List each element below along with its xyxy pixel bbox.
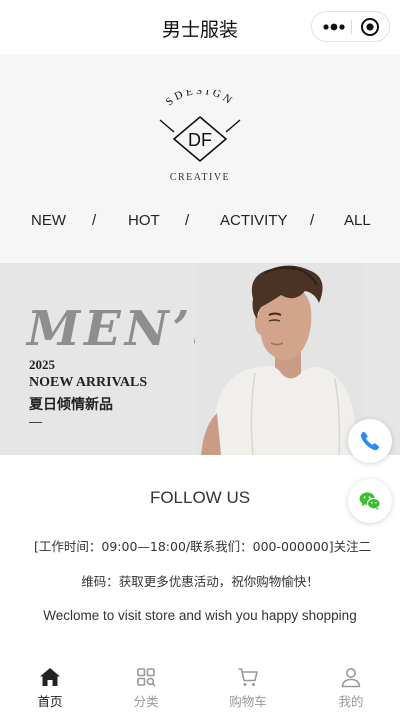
menu-item-all[interactable]: ALL xyxy=(344,212,371,229)
hero-banner[interactable]: MEN’S 2025 NOEW ARRIVALS 夏日倾情新品 xyxy=(0,263,400,455)
mini-program-capsule xyxy=(311,11,390,42)
tab-label: 购物车 xyxy=(229,694,267,709)
brand-section: SDESIGN DF CREATIVE NEW / HOT / ACTIVITY… xyxy=(0,54,400,263)
tab-label: 分类 xyxy=(133,694,159,709)
banner-dash xyxy=(29,422,42,423)
tab-cart[interactable]: 购物车 xyxy=(198,656,298,712)
phone-icon xyxy=(360,431,380,451)
logo-tagline: CREATIVE xyxy=(170,172,230,182)
home-icon xyxy=(40,668,60,686)
close-target-icon[interactable] xyxy=(360,17,380,37)
cart-icon xyxy=(238,668,258,686)
menu-separator: / xyxy=(310,212,315,229)
logo-monogram: DF xyxy=(188,130,212,150)
tab-label: 首页 xyxy=(37,694,63,709)
tab-profile[interactable]: 我的 xyxy=(301,656,400,712)
top-bar: 男士服装 xyxy=(0,0,400,54)
banner-cn-subtitle: 夏日倾情新品 xyxy=(29,397,113,413)
tab-home[interactable]: 首页 xyxy=(0,656,100,712)
menu-item-activity[interactable]: ACTIVITY xyxy=(220,212,288,229)
follow-us-heading: FOLLOW US xyxy=(149,488,251,507)
menu-item-new[interactable]: NEW xyxy=(31,212,66,229)
tab-label: 我的 xyxy=(338,694,364,709)
promo-text: 维码：获取更多优惠活动，祝你购物愉快！ xyxy=(81,574,319,589)
svg-text:SDESIGN: SDESIGN xyxy=(164,90,237,108)
logo-arc-text: SDESIGN xyxy=(164,90,234,108)
category-menu: NEW / HOT / ACTIVITY / ALL xyxy=(0,212,400,236)
menu-separator: / xyxy=(185,212,190,229)
banner-year: 2025 xyxy=(29,357,55,372)
capsule-divider xyxy=(351,20,352,34)
menu-separator: / xyxy=(92,212,97,229)
user-icon xyxy=(341,668,361,688)
store-hours-text: [工作时间：09:00—18:00/联系我们：000-000000]关注二 xyxy=(34,539,372,554)
welcome-text: Weclome to visit store and wish you happ… xyxy=(43,608,357,623)
tab-category[interactable]: 分类 xyxy=(96,656,196,712)
bottom-tab-bar: 首页 分类 购物车 我的 xyxy=(0,656,400,712)
phone-button[interactable] xyxy=(348,419,392,463)
model-photo xyxy=(195,263,365,455)
more-icon[interactable] xyxy=(321,20,347,34)
brand-logo: SDESIGN DF CREATIVE xyxy=(159,90,241,182)
category-icon xyxy=(137,668,156,687)
banner-subtitle: NOEW ARRIVALS xyxy=(29,375,148,390)
menu-item-hot[interactable]: HOT xyxy=(128,212,160,229)
